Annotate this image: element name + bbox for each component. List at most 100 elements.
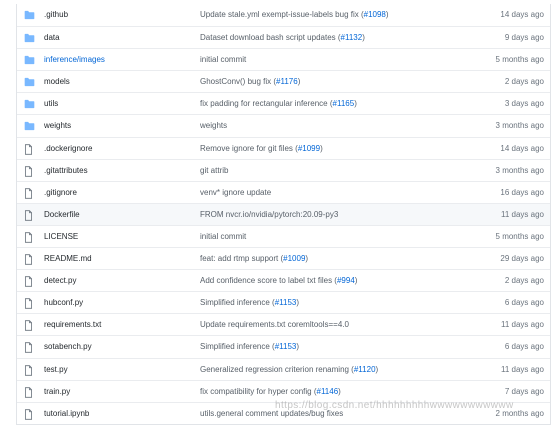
folder-subpath-link[interactable]: images — [79, 55, 105, 64]
commit-age: 14 days ago — [500, 10, 544, 19]
pull-request-link[interactable]: #994 — [337, 276, 355, 285]
commit-message-link[interactable]: fix padding for rectangular inference (#… — [200, 99, 357, 108]
pull-request-link[interactable]: #1165 — [333, 99, 355, 108]
commit-message-link[interactable]: git attrib — [200, 166, 228, 175]
commit-message-link[interactable]: Simplified inference (#1153) — [200, 342, 299, 351]
pull-request-link[interactable]: #1146 — [317, 387, 339, 396]
commit-message-link[interactable]: Add confidence score to label txt files … — [200, 276, 357, 285]
pull-request-link[interactable]: #1099 — [298, 144, 320, 153]
file-row[interactable]: models GhostConv() bug fix (#1176) 2 days … — [17, 70, 550, 92]
file-row[interactable]: Dockerfile FROM nvcr.io/nvidia/pytorch:20… — [17, 202, 550, 225]
file-name-link[interactable]: sotabench.py — [44, 342, 92, 351]
pull-request-link[interactable]: #1120 — [354, 365, 376, 374]
file-name-link[interactable]: models — [44, 77, 70, 86]
file-name-link[interactable]: .github — [44, 10, 68, 19]
commit-message-link[interactable]: FROM nvcr.io/nvidia/pytorch:20.09-py3 — [200, 210, 338, 219]
file-name-link[interactable]: weights — [44, 121, 71, 130]
commit-message-close: ) — [338, 386, 341, 396]
commit-age: 14 days ago — [500, 143, 544, 153]
file-row[interactable]: sotabench.py Simplified inference (#1153)… — [17, 335, 550, 357]
file-row[interactable]: detect.py Add confidence score to label t… — [17, 269, 550, 291]
commit-message-link[interactable]: venv* ignore update — [200, 188, 271, 197]
commit-message-text: Generalized regression criterion renamin… — [200, 364, 354, 374]
file-row[interactable]: .github Update stale.yml exempt-issue-lab… — [17, 4, 550, 26]
folder-icon — [24, 121, 35, 131]
commit-message-close: ) — [296, 342, 300, 352]
commit-message-text: fix compatibility for hyper config ( — [200, 386, 317, 396]
folder-path-link[interactable]: inference/ — [44, 55, 79, 64]
file-name-link[interactable]: Dockerfile — [44, 210, 80, 219]
file-name-link[interactable]: utils — [44, 99, 58, 108]
file-row[interactable]: weights weights 3 months ago — [17, 114, 550, 136]
file-row[interactable]: train.py fix compatibility for hyper conf… — [17, 379, 550, 402]
commit-message-text: fix padding for rectangular inference ( — [200, 99, 333, 109]
file-icon — [24, 188, 34, 199]
file-name-link[interactable]: .gitignore — [44, 188, 77, 197]
commit-message-link[interactable]: Simplified inference (#1153) — [200, 298, 299, 307]
pull-request-link[interactable]: #1098 — [364, 10, 386, 19]
file-row[interactable]: data Dataset download bash script updates… — [17, 26, 550, 48]
file-name-link[interactable]: tutorial.ipynb — [44, 409, 89, 418]
pull-request-link[interactable]: #1009 — [283, 254, 305, 263]
file-name-link[interactable]: data — [44, 33, 60, 42]
commit-message-link[interactable]: Generalized regression criterion renamin… — [200, 365, 378, 374]
file-name-link[interactable]: .gitattributes — [44, 166, 88, 175]
commit-message-close: ) — [354, 276, 358, 286]
commit-message-link[interactable]: initial commit — [200, 232, 246, 241]
commit-message-link[interactable]: GhostConv() bug fix (#1176) — [200, 77, 300, 86]
file-icon — [24, 342, 34, 354]
file-row[interactable]: utils fix padding for rectangular inferen… — [17, 92, 550, 114]
commit-message-link[interactable]: Update stale.yml exempt-issue-labels bug… — [200, 10, 389, 19]
file-row[interactable]: .dockerignore Remove ignore for git files… — [17, 136, 550, 159]
commit-message-close: ) — [362, 33, 365, 43]
file-icon — [24, 298, 34, 309]
commit-age: 5 months ago — [495, 55, 544, 65]
file-name-link[interactable]: hubconf.py — [44, 298, 83, 307]
commit-age: 9 days ago — [504, 33, 544, 43]
commit-message-text: FROM nvcr.io/nvidia/pytorch:20.09-py3 — [200, 209, 339, 219]
commit-age: 2 days ago — [504, 77, 544, 87]
file-icon — [24, 143, 34, 155]
commit-age: 29 days ago — [500, 254, 544, 264]
commit-age: 7 days ago — [504, 386, 544, 396]
commit-message-text: GhostConv() bug fix ( — [200, 77, 277, 87]
file-row[interactable]: inference/images initial commit 5 months a… — [17, 48, 550, 70]
pull-request-link[interactable]: #1132 — [341, 33, 363, 42]
pull-request-link[interactable]: #1153 — [275, 342, 297, 351]
file-row[interactable]: .gitattributes git attrib 3 months ago — [17, 158, 550, 181]
commit-message-link[interactable]: Update requirements.txt coremltools==4.0 — [200, 320, 349, 329]
file-name-link[interactable]: inference/images — [44, 55, 105, 64]
file-row[interactable]: LICENSE initial commit 5 months ago — [17, 224, 550, 247]
pull-request-link[interactable]: #1176 — [276, 77, 298, 86]
commit-message-link[interactable]: Dataset download bash script updates (#1… — [200, 33, 365, 42]
file-name-link[interactable]: requirements.txt — [44, 320, 101, 329]
commit-age: 16 days ago — [500, 187, 544, 197]
commit-message-close: ) — [296, 298, 300, 308]
commit-age: 3 months ago — [495, 121, 544, 131]
file-name-link[interactable]: README.md — [44, 254, 92, 263]
commit-message-text: Remove ignore for git files ( — [200, 143, 298, 153]
file-name-link[interactable]: train.py — [44, 387, 70, 396]
file-icon — [24, 364, 34, 376]
commit-message-link[interactable]: initial commit — [200, 55, 246, 64]
file-row[interactable]: .gitignore venv* ignore update 16 days ago — [17, 180, 550, 203]
commit-message-text: Dataset download bash script updates ( — [200, 33, 341, 43]
file-name-link[interactable]: detect.py — [44, 276, 76, 285]
commit-message-link[interactable]: Remove ignore for git files (#1099) — [200, 144, 323, 153]
commit-age: 11 days ago — [501, 320, 544, 330]
file-row[interactable]: test.py Generalized regression criterion … — [17, 357, 550, 380]
file-row[interactable]: requirements.txt Update requirements.txt … — [17, 313, 550, 335]
commit-message-text: Update stale.yml exempt-issue-labels bug… — [200, 10, 364, 19]
file-name-link[interactable]: .dockerignore — [44, 144, 92, 153]
file-icon — [24, 320, 34, 332]
file-name-link[interactable]: test.py — [44, 365, 68, 374]
commit-message-close: ) — [305, 254, 309, 264]
file-name-link[interactable]: LICENSE — [44, 232, 78, 241]
commit-message-link[interactable]: feat: add rtmp support (#1009) — [200, 254, 308, 263]
commit-message-link[interactable]: fix compatibility for hyper config (#114… — [200, 387, 341, 396]
pull-request-link[interactable]: #1153 — [275, 298, 297, 307]
file-row[interactable]: hubconf.py Simplified inference (#1153) 6 … — [17, 291, 550, 313]
file-row[interactable]: README.md feat: add rtmp support (#1009) 2… — [17, 247, 550, 269]
commit-message-link[interactable]: weights — [200, 121, 227, 130]
commit-message-text: weights — [200, 121, 228, 131]
